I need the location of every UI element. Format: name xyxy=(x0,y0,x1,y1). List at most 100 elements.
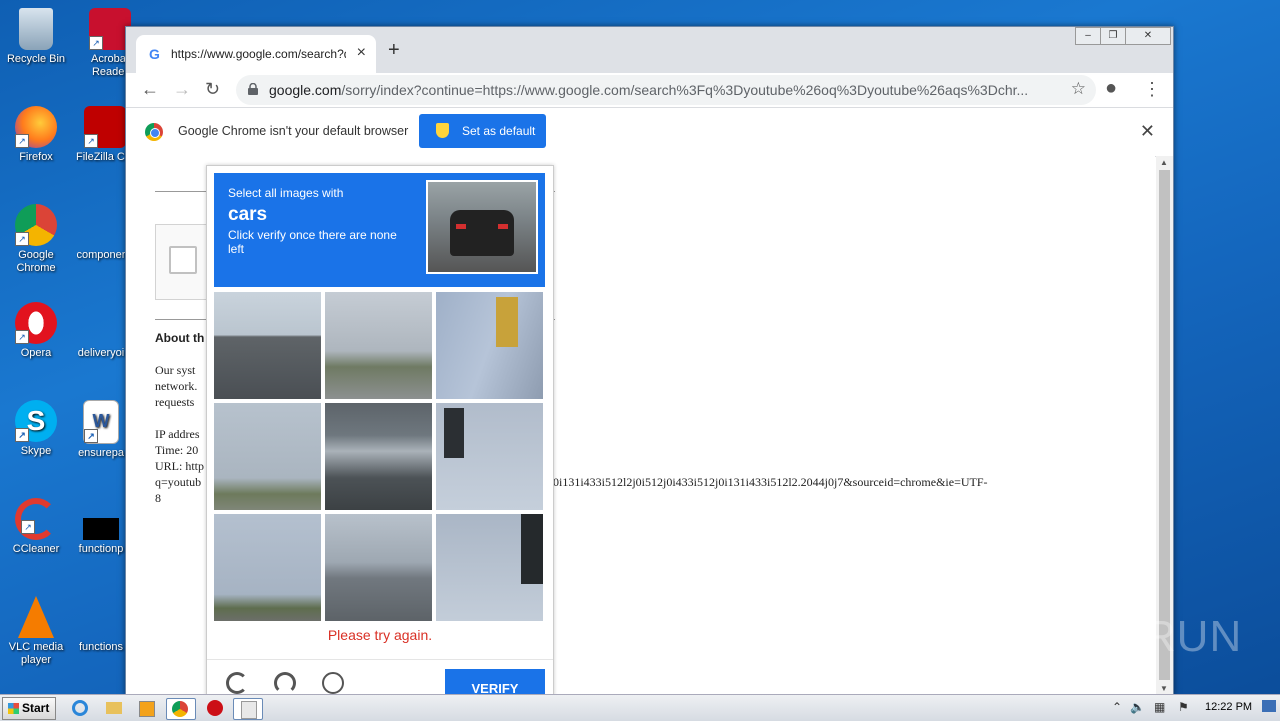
lock-icon xyxy=(248,82,258,95)
url-domain: google.com xyxy=(269,82,342,98)
minimize-button[interactable]: – xyxy=(1075,27,1101,45)
vlc-icon xyxy=(18,596,54,638)
shortcut-arrow-icon: ↗ xyxy=(15,134,29,148)
ccleaner-icon: ↗ xyxy=(15,498,57,540)
taskbar-ie-icon[interactable] xyxy=(66,698,94,718)
taskbar-opera-icon[interactable] xyxy=(201,698,229,718)
desktop-icon-label: functionp xyxy=(78,543,124,555)
taskbar-media-player-icon[interactable] xyxy=(133,698,161,718)
url-line: URL: http xyxy=(155,459,205,473)
taskbar-chrome-icon[interactable] xyxy=(166,698,196,720)
action-center-flag-icon[interactable]: ⚑ xyxy=(1178,700,1189,714)
desktop-icon-label: Firefox xyxy=(19,151,53,163)
audio-challenge-icon[interactable] xyxy=(274,672,296,694)
challenge-tile-traffic-light-2[interactable] xyxy=(436,403,543,510)
shield-icon xyxy=(436,123,449,138)
desktop-icon-recycle-bin[interactable]: Recycle Bin xyxy=(1,8,71,66)
query-line-tail: 0i131i433i512l2j0i512j0i433i512j0i131i43… xyxy=(553,475,988,489)
info-icon[interactable] xyxy=(322,672,344,694)
tab-strip: G https://www.google.com/search?q= × + –… xyxy=(126,27,1173,73)
desktop-icon-label: Opera xyxy=(20,347,52,359)
scroll-down-icon[interactable]: ▼ xyxy=(1160,684,1168,693)
desktop-icon-ccleaner[interactable]: ↗ CCleaner xyxy=(1,498,71,556)
shortcut-arrow-icon: ↗ xyxy=(89,36,103,50)
restore-button[interactable]: ❐ xyxy=(1100,27,1126,45)
traffic-light-shape xyxy=(496,297,518,347)
desktop-icon-chrome[interactable]: ↗ Google Chrome xyxy=(1,204,71,275)
about-heading: About th xyxy=(155,331,205,345)
windows-logo-icon xyxy=(8,703,19,714)
challenge-tile-traffic-light-poles[interactable] xyxy=(325,292,432,399)
paragraph-line: network. xyxy=(155,379,198,393)
shortcut-arrow-icon: ↗ xyxy=(84,134,98,148)
challenge-tile-street-cars[interactable] xyxy=(325,514,432,621)
tab-title: https://www.google.com/search?q= xyxy=(171,47,346,61)
ip-address-line: IP addres xyxy=(155,427,200,441)
challenge-tile-traffic-light[interactable] xyxy=(436,292,543,399)
set-as-default-button[interactable]: Set as default xyxy=(419,114,546,148)
challenge-tile-highway[interactable] xyxy=(214,292,321,399)
start-button[interactable]: Start xyxy=(2,697,56,720)
challenge-header: Select all images with cars Click verify… xyxy=(214,173,545,287)
taskbar-explorer-icon[interactable] xyxy=(100,698,128,718)
query-line-end: 8 xyxy=(155,491,161,505)
taskbar-app-icon[interactable] xyxy=(233,698,263,720)
challenge-tile-palm-trees[interactable] xyxy=(214,514,321,621)
bookmark-star-icon[interactable]: ☆ xyxy=(1071,79,1086,99)
back-button[interactable]: ← xyxy=(141,79,159,100)
desktop-icon-label: CCleaner xyxy=(12,543,60,555)
challenge-hint: Click verify once there are none left xyxy=(228,228,397,256)
traffic-light-shape xyxy=(521,514,543,584)
challenge-target: cars xyxy=(228,204,268,225)
challenge-tile-pole-field[interactable] xyxy=(214,403,321,510)
close-infobar-icon[interactable]: ✕ xyxy=(1140,121,1155,142)
desktop-icon-label: functions xyxy=(78,641,124,653)
desktop-icon-label: VLC media player xyxy=(8,641,64,666)
profile-icon[interactable]: ● xyxy=(1105,77,1117,100)
tray-expand-icon[interactable]: ⌃ xyxy=(1112,700,1122,714)
reload-challenge-icon[interactable] xyxy=(226,672,248,694)
query-line: q=youtub xyxy=(155,475,202,489)
google-favicon-icon: G xyxy=(149,46,160,62)
desktop-icon-opera[interactable]: ↗ Opera xyxy=(1,302,71,360)
volume-icon[interactable]: 🔈 xyxy=(1130,700,1145,714)
word-doc-icon: W ↗ xyxy=(83,400,119,444)
anyrun-watermark: ANY RUN xyxy=(1038,612,1243,661)
reload-button[interactable]: ↻ xyxy=(205,79,220,100)
retry-error-message: Please try again. xyxy=(327,627,433,643)
recaptcha-challenge: Select all images with cars Click verify… xyxy=(206,165,554,697)
show-desktop-button[interactable] xyxy=(1262,700,1276,712)
desktop-icon-firefox[interactable]: ↗ Firefox xyxy=(1,106,71,164)
verify-button[interactable]: VERIFY xyxy=(445,669,545,696)
new-tab-button[interactable]: + xyxy=(388,39,400,62)
chrome-icon: ↗ xyxy=(15,204,57,246)
close-window-button[interactable]: ✕ xyxy=(1125,27,1171,45)
desktop-icon-label: ensurepa xyxy=(78,447,124,459)
scrollbar-thumb[interactable] xyxy=(1159,170,1170,680)
paragraph-line: Our syst xyxy=(155,363,196,377)
challenge-tile-overpass[interactable] xyxy=(325,403,432,510)
file-icon xyxy=(83,518,119,540)
default-browser-infobar: Google Chrome isn't your default browser… xyxy=(126,108,1173,157)
challenge-tile-traffic-light-3[interactable] xyxy=(436,514,543,621)
address-bar[interactable]: google.com/sorry/index?continue=https://… xyxy=(236,75,1096,105)
desktop-icon-skype[interactable]: S ↗ Skype xyxy=(1,400,71,458)
clock[interactable]: 12:22 PM xyxy=(1205,701,1252,713)
forward-button[interactable]: → xyxy=(173,79,191,100)
desktop-icon-vlc[interactable]: VLC media player xyxy=(1,596,71,667)
shortcut-arrow-icon: ↗ xyxy=(15,232,29,246)
shortcut-arrow-icon: ↗ xyxy=(15,428,29,442)
scroll-up-icon[interactable]: ▲ xyxy=(1160,158,1168,167)
desktop-icon-label: deliveryoi xyxy=(77,347,125,359)
recycle-bin-icon xyxy=(19,8,53,50)
tab-google-search[interactable]: G https://www.google.com/search?q= × xyxy=(136,35,376,73)
chrome-icon xyxy=(145,123,163,141)
paragraph-line: requests xyxy=(155,395,195,409)
toolbar: ← → ↻ google.com/sorry/index?continue=ht… xyxy=(126,73,1173,108)
recaptcha-checkbox[interactable] xyxy=(169,246,197,274)
filezilla-icon: ↗ xyxy=(84,106,126,148)
menu-kebab-icon[interactable]: ⋮ xyxy=(1143,79,1161,100)
network-icon[interactable]: ▦ xyxy=(1154,700,1165,714)
close-tab-icon[interactable]: × xyxy=(357,44,366,62)
file-icon xyxy=(80,302,122,344)
